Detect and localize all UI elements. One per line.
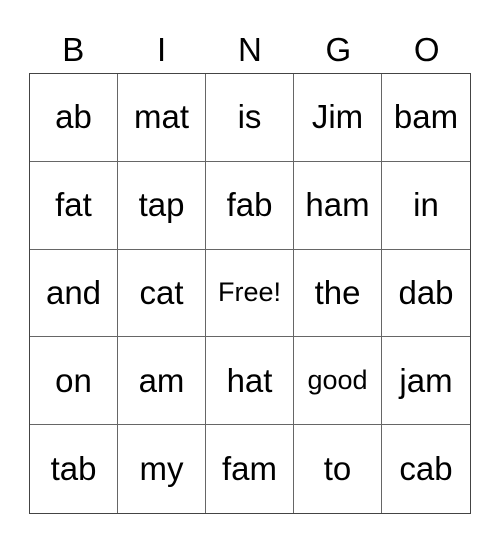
bingo-grid: ab mat is Jim bam fat tap fab ham in and cat Free! th… xyxy=(29,73,471,514)
bingo-cell[interactable]: jam xyxy=(382,337,470,426)
header-letter-b: B xyxy=(62,31,85,68)
bingo-cell[interactable]: tap xyxy=(118,161,206,250)
free-space-cell[interactable]: Free! xyxy=(206,249,294,338)
header-letter-n: N xyxy=(238,31,262,68)
bingo-cell[interactable]: ham xyxy=(294,161,382,250)
header-letter-g: G xyxy=(325,31,352,68)
bingo-cell[interactable]: am xyxy=(118,337,206,426)
bingo-cell[interactable]: and xyxy=(30,249,118,338)
bingo-cell[interactable]: cab xyxy=(382,425,470,513)
bingo-cell[interactable]: the xyxy=(294,249,382,338)
header-letter-i: I xyxy=(157,31,167,68)
header-letter-o: O xyxy=(413,31,440,68)
bingo-cell[interactable]: Jim xyxy=(294,74,382,162)
bingo-cell[interactable]: fat xyxy=(30,161,118,250)
bingo-cell[interactable]: hat xyxy=(206,337,294,426)
bingo-cell[interactable]: ab xyxy=(30,74,118,162)
bingo-cell[interactable]: fam xyxy=(206,425,294,513)
bingo-cell[interactable]: cat xyxy=(118,249,206,338)
bingo-cell[interactable]: fab xyxy=(206,161,294,250)
bingo-cell[interactable]: to xyxy=(294,425,382,513)
bingo-cell[interactable]: mat xyxy=(118,74,206,162)
bingo-cell[interactable]: is xyxy=(206,74,294,162)
bingo-cell[interactable]: bam xyxy=(382,74,470,162)
bingo-header: B I N G O xyxy=(29,30,471,70)
bingo-cell[interactable]: on xyxy=(30,337,118,426)
bingo-cell[interactable]: in xyxy=(382,162,470,250)
bingo-cell[interactable]: my xyxy=(118,425,206,513)
bingo-cell[interactable]: dab xyxy=(382,250,470,338)
bingo-cell[interactable]: good xyxy=(294,337,382,426)
bingo-cell[interactable]: tab xyxy=(30,425,118,513)
